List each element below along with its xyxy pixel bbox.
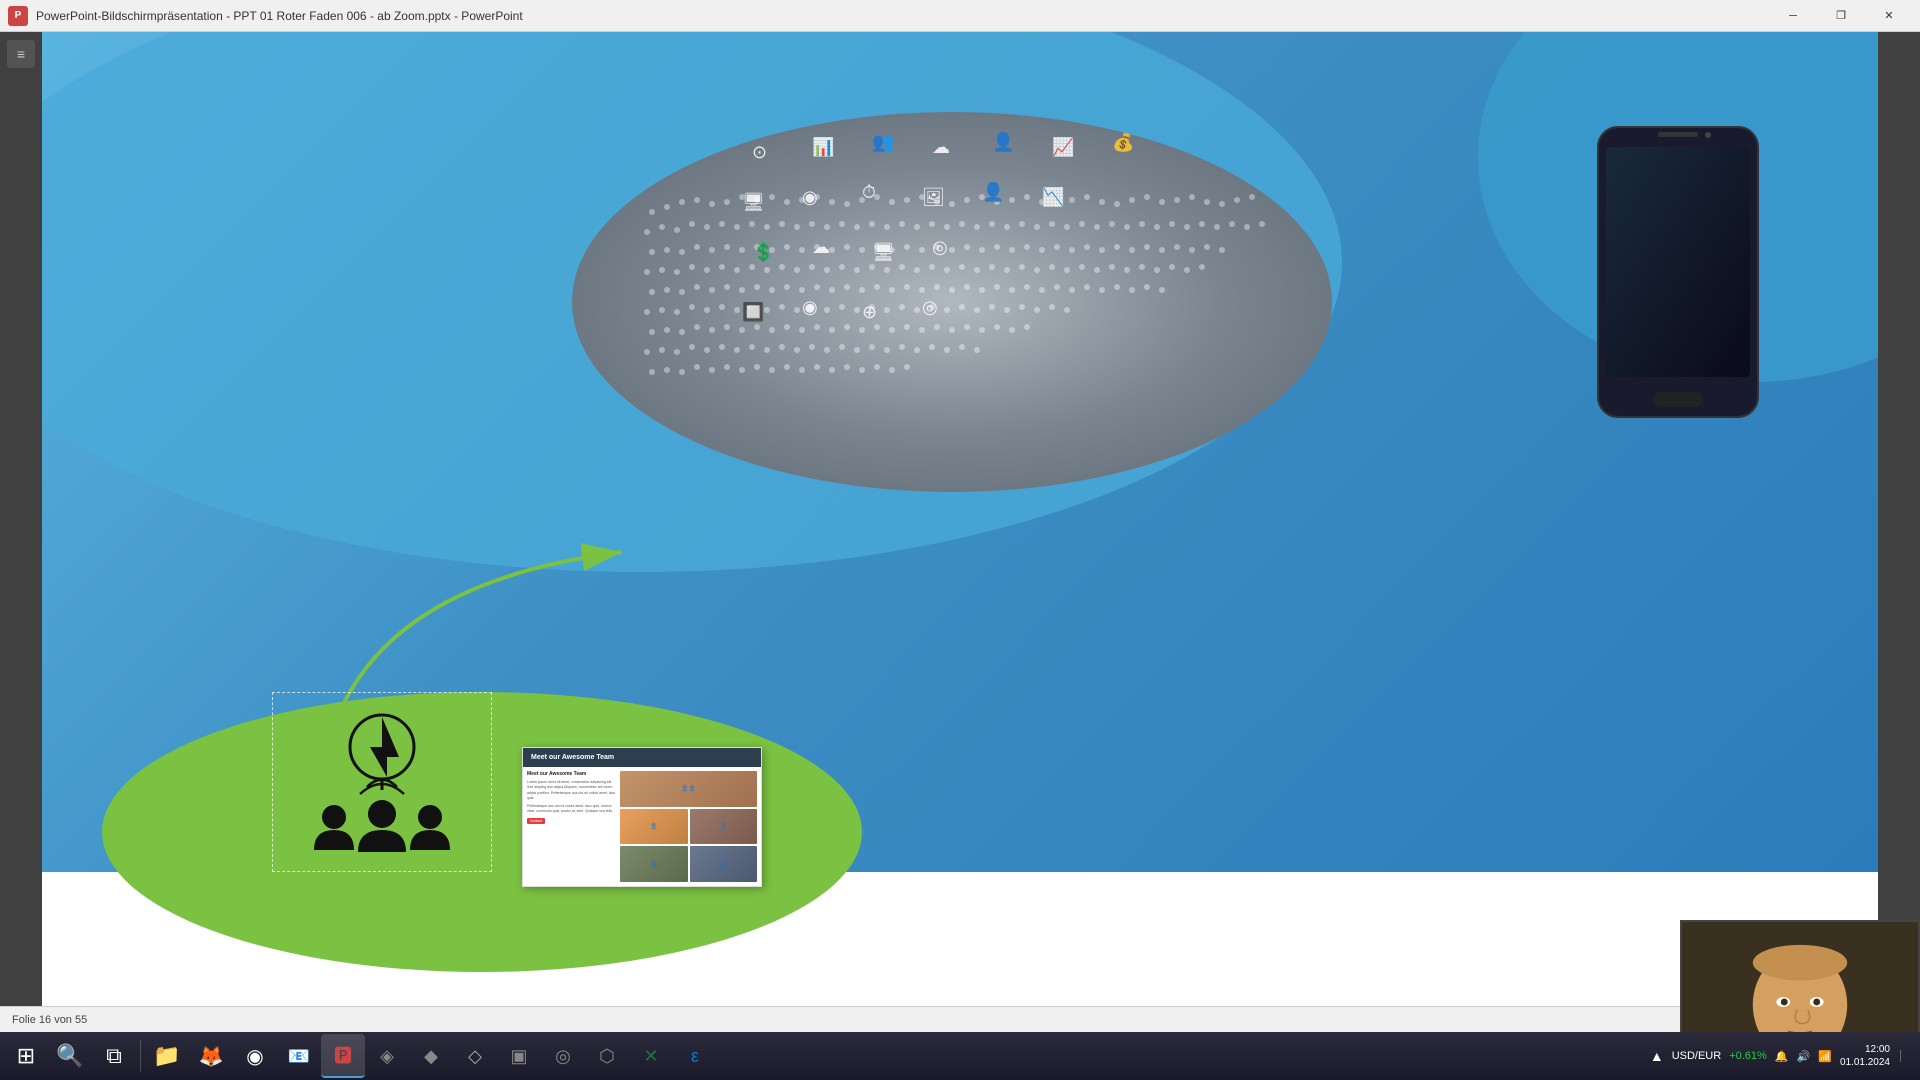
taskbar-firefox[interactable]: 🦊: [189, 1034, 233, 1078]
floating-icons-container: ⊙ 📊 👥 ☁ 👤 📈 💰 🖥 ◉ ⏱ 🖼 👤 📉 💲 ☁ 🖥 ◎ 🔲 ◉: [652, 122, 1252, 462]
float-icon-19: ◉: [802, 297, 818, 318]
smartphone-svg: [1578, 122, 1778, 432]
thumb-photo-2: 👤: [620, 809, 688, 845]
taskbar-app1[interactable]: ◈: [365, 1034, 409, 1078]
slide-thumbnail: Meet our Awesome Team Meet our Awesome T…: [522, 747, 762, 887]
float-icon-21: ◎: [922, 297, 938, 318]
start-button[interactable]: ⊞: [4, 1034, 48, 1078]
float-icon-12: 👤: [982, 182, 1004, 203]
thumb-contact: Contact: [527, 818, 617, 824]
tray-network: 📶: [1818, 1050, 1832, 1063]
titlebar-icon: P: [8, 6, 28, 26]
currency-label: USD/EUR: [1672, 1050, 1722, 1062]
team-icon-box: [272, 692, 492, 872]
taskbar-app4[interactable]: ▣: [497, 1034, 541, 1078]
green-ellipse: Meet our Awesome Team Meet our Awesome T…: [102, 692, 862, 972]
thumb-content: Meet our Awesome Team Lorem ipsum dolor …: [523, 767, 761, 886]
thumb-heading: Meet our Awesome Team: [527, 771, 617, 778]
taskbar-edge[interactable]: ε: [673, 1034, 717, 1078]
float-icon-8: 🖥: [742, 192, 765, 213]
taskbar-app2[interactable]: ◆: [409, 1034, 453, 1078]
team-icon-svg: [292, 702, 472, 862]
tray-time: 🔔: [1775, 1050, 1789, 1063]
thumb-header: Meet our Awesome Team: [523, 748, 761, 767]
float-icon-5: 👤: [992, 132, 1014, 153]
taskbar-files[interactable]: 📁: [145, 1034, 189, 1078]
taskbar-chrome[interactable]: ◉: [233, 1034, 277, 1078]
thumb-body: Lorem ipsum dolor sit amet, consectetur …: [527, 780, 617, 801]
float-icon-10: ⏱: [862, 182, 876, 203]
smartphone-container: [1578, 122, 1798, 442]
right-panel: [1878, 32, 1920, 1032]
float-icon-17: ◎: [932, 237, 948, 258]
tray-icon: ▲: [1650, 1048, 1664, 1064]
float-icon-11: 🖼: [922, 187, 945, 208]
taskbar-powerpoint[interactable]: 🅿: [321, 1034, 365, 1078]
float-icon-16: 🖥: [872, 242, 895, 263]
float-icon-9: ◉: [802, 187, 818, 208]
slide-background: ⊙ 📊 👥 ☁ 👤 📈 💰 🖥 ◉ ⏱ 🖼 👤 📉 💲 ☁ 🖥 ◎ 🔲 ◉: [42, 32, 1878, 1032]
taskbar-app3[interactable]: ◇: [453, 1034, 497, 1078]
float-icon-4: ☁: [932, 137, 950, 158]
thumb-title: Meet our Awesome Team: [531, 754, 614, 761]
thumb-photo-3: 👤: [690, 809, 758, 845]
taskbar-outlook[interactable]: 📧: [277, 1034, 321, 1078]
thumb-photo-5: 👤: [690, 846, 758, 882]
float-icon-15: ☁: [812, 237, 830, 258]
taskbar-app5[interactable]: ◎: [541, 1034, 585, 1078]
slide-info: Folie 16 von 55: [12, 1014, 87, 1026]
tech-ellipse: ⊙ 📊 👥 ☁ 👤 📈 💰 🖥 ◉ ⏱ 🖼 👤 📉 💲 ☁ 🖥 ◎ 🔲 ◉: [572, 112, 1332, 492]
close-button[interactable]: ✕: [1866, 0, 1912, 32]
win-taskbar: ⊞ 🔍 ⧉ 📁 🦊 ◉ 📧 🅿 ◈ ◆ ◇ ▣ ◎ ⬡ ✕ ε ▲ USD/EU…: [0, 1032, 1920, 1080]
tray-clock: 12:0001.01.2024: [1840, 1043, 1890, 1069]
minimize-button[interactable]: ─: [1770, 0, 1816, 32]
float-icon-1: ⊙: [752, 142, 767, 163]
restore-button[interactable]: ❐: [1818, 0, 1864, 32]
taskview-button[interactable]: ⧉: [92, 1034, 136, 1078]
taskbar-tray: ▲ USD/EUR +0.61% 🔔 🔊 📶 12:0001.01.2024: [1650, 1043, 1916, 1069]
slide-area: ⊙ 📊 👥 ☁ 👤 📈 💰 🖥 ◉ ⏱ 🖼 👤 📉 💲 ☁ 🖥 ◎ 🔲 ◉: [42, 32, 1878, 1032]
float-icon-18: 🔲: [742, 302, 764, 323]
float-icon-20: ⊕: [862, 302, 877, 323]
float-icon-2: 📊: [812, 137, 834, 158]
thumb-photo-4: 👤: [620, 846, 688, 882]
currency-change: +0.61%: [1729, 1050, 1767, 1062]
thumb-photos-grid: 👤👤 👤 👤 👤: [620, 771, 757, 882]
float-icon-13: 📉: [1042, 187, 1064, 208]
statusbar: Folie 16 von 55 Anzeigeeinste...: [0, 1006, 1920, 1032]
float-icon-3: 👥: [872, 132, 894, 153]
taskbar-excel[interactable]: ✕: [629, 1034, 673, 1078]
tray-volume: 🔊: [1797, 1050, 1811, 1063]
thumb-photo-1: 👤👤: [620, 771, 757, 807]
left-panel-icon[interactable]: ≡: [7, 40, 35, 68]
float-icon-6: 📈: [1052, 137, 1074, 158]
tray-show-desktop[interactable]: [1900, 1050, 1908, 1062]
float-icon-7: 💰: [1112, 132, 1134, 153]
left-panel: ≡: [0, 32, 42, 1032]
thumb-text-col: Meet our Awesome Team Lorem ipsum dolor …: [527, 771, 617, 882]
thumb-body2: Pellentesque aus dui mi volunt amet, lac…: [527, 804, 617, 814]
taskbar-separator: [140, 1040, 141, 1072]
titlebar-text: PowerPoint-Bildschirmpräsentation - PPT …: [36, 9, 1770, 23]
search-button[interactable]: 🔍: [48, 1034, 92, 1078]
titlebar-controls: ─ ❐ ✕: [1770, 0, 1912, 32]
float-icon-14: 💲: [752, 242, 774, 263]
taskbar-app6[interactable]: ⬡: [585, 1034, 629, 1078]
titlebar: P PowerPoint-Bildschirmpräsentation - PP…: [0, 0, 1920, 32]
